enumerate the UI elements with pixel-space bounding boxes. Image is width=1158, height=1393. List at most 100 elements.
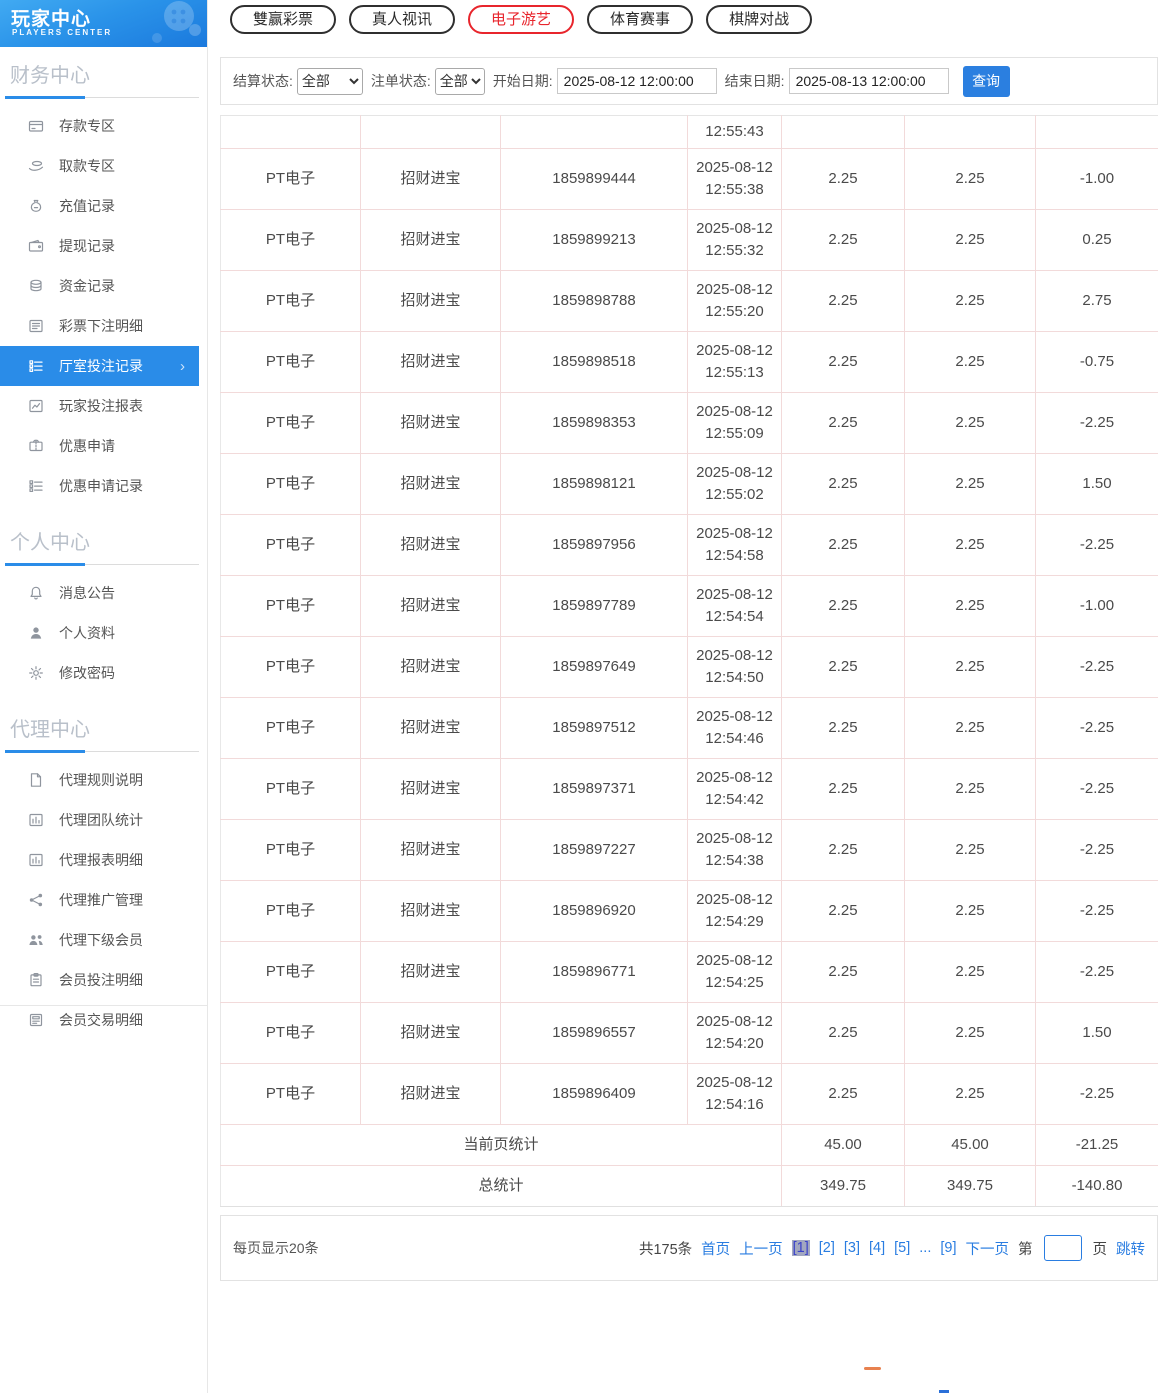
cell-bet: 2.25 xyxy=(781,1063,905,1125)
sidebar-item-lottery-bet-detail[interactable]: 彩票下注明细 xyxy=(0,306,207,346)
table-row: PT电子 招财进宝 1859897956 2025-08-12 12:54:58 2.2… xyxy=(220,514,1158,576)
page-link[interactable]: [9] xyxy=(940,1240,956,1256)
start-date-input[interactable] xyxy=(556,68,717,94)
prev-page-link[interactable]: 上一页 xyxy=(739,1238,783,1259)
cell-win-loss xyxy=(1035,115,1158,149)
sidebar-item-hall-bet-record[interactable]: 厅室投注记录 › xyxy=(0,346,199,386)
table-row: PT电子 招财进宝 1859897512 2025-08-12 12:54:46 2.2… xyxy=(220,697,1158,759)
sidebar-item-withdraw-zone[interactable]: 取款专区 xyxy=(0,146,207,186)
game-category-tabs: 雙赢彩票 真人视讯 电子游艺 体育赛事 棋牌对战 xyxy=(230,5,813,34)
sidebar-item-label: 个人资料 xyxy=(59,625,115,641)
table-row: PT电子 招财进宝 1859896557 2025-08-12 12:54:20 2.2… xyxy=(220,1002,1158,1064)
cell-order-no: 1859896771 xyxy=(500,941,688,1003)
cell-order-no: 1859898518 xyxy=(500,331,688,393)
sidebar-item-funds-record[interactable]: 资金记录 xyxy=(0,266,207,306)
cell-valid-bet: 2.25 xyxy=(904,270,1036,332)
page-link[interactable]: [3] xyxy=(844,1240,860,1256)
cell-hall: PT电子 xyxy=(220,758,361,820)
cell-order-no: 1859897512 xyxy=(500,697,688,759)
tab-e-games[interactable]: 电子游艺 xyxy=(468,5,575,34)
tab-lottery[interactable]: 雙赢彩票 xyxy=(230,5,337,34)
next-page-link[interactable]: 下一页 xyxy=(966,1238,1010,1259)
cell-time: 2025-08-12 12:55:09 xyxy=(687,392,782,454)
total-summary-row: 总统计 349.75 349.75 -140.80 xyxy=(220,1165,1158,1207)
gear-icon xyxy=(27,665,44,682)
sidebar-item-promo-apply-record[interactable]: 优惠申请记录 xyxy=(0,466,207,506)
table-row-partial: 12:55:43 xyxy=(220,115,1158,149)
cell-game: 招财进宝 xyxy=(360,758,501,820)
cell-bet: 2.25 xyxy=(781,575,905,637)
cutoff-footer-mark-orange xyxy=(864,1367,881,1370)
cell-game: 招财进宝 xyxy=(360,636,501,698)
filter-bar: 结算状态: 全部 注单状态: 全部 开始日期: 结束日期: 查询 xyxy=(220,57,1158,105)
cell-time: 2025-08-12 12:54:29 xyxy=(687,880,782,942)
end-date-label: 结束日期: xyxy=(724,73,785,89)
tab-board-games[interactable]: 棋牌对战 xyxy=(706,5,813,34)
cell-bet xyxy=(781,115,905,149)
sidebar-item-label: 代理规则说明 xyxy=(59,772,143,788)
jump-button[interactable]: 跳转 xyxy=(1116,1238,1145,1259)
order-status-select[interactable]: 全部 xyxy=(434,67,485,95)
cell-valid-bet: 2.25 xyxy=(904,575,1036,637)
cell-game: 招财进宝 xyxy=(360,819,501,881)
sidebar-item-label: 玩家投注报表 xyxy=(59,398,143,414)
cell-bet: 2.25 xyxy=(781,880,905,942)
table-row: PT电子 招财进宝 1859898518 2025-08-12 12:55:13 2.2… xyxy=(220,331,1158,393)
sidebar-item-personal-profile[interactable]: 个人资料 xyxy=(0,613,207,653)
sidebar-item-player-bet-report[interactable]: 玩家投注报表 xyxy=(0,386,207,426)
cell-order-no: 1859897789 xyxy=(500,575,688,637)
sidebar-item-agent-promo-manage[interactable]: 代理推广管理 xyxy=(0,880,207,920)
cell-win-loss: -2.25 xyxy=(1035,697,1158,759)
sidebar-item-agent-team-stats[interactable]: 代理团队统计 xyxy=(0,800,207,840)
sidebar-item-deposit-zone[interactable]: 存款专区 xyxy=(0,106,207,146)
tab-live-video[interactable]: 真人视讯 xyxy=(349,5,456,34)
jump-page-input[interactable] xyxy=(1043,1235,1082,1261)
sidebar-item-agent-sub-members[interactable]: 代理下级会员 xyxy=(0,920,207,960)
cell-game: 招财进宝 xyxy=(360,575,501,637)
cell-order-no: 1859898121 xyxy=(500,453,688,515)
sidebar-item-label: 彩票下注明细 xyxy=(59,318,143,334)
summary-win-loss: -21.25 xyxy=(1035,1124,1158,1166)
sidebar-item-agent-rules[interactable]: 代理规则说明 xyxy=(0,760,207,800)
first-page-link[interactable]: 首页 xyxy=(701,1238,730,1259)
page-link[interactable]: [4] xyxy=(869,1240,885,1256)
per-page-info: 每页显示20条 xyxy=(233,1240,319,1256)
withdraw-hand-icon xyxy=(27,158,44,175)
cell-order-no: 1859897227 xyxy=(500,819,688,881)
page-link[interactable]: [5] xyxy=(894,1240,910,1256)
cell-valid-bet: 2.25 xyxy=(904,331,1036,393)
bar-chart-icon xyxy=(27,812,44,829)
sidebar-item-member-trans-detail[interactable]: 会员交易明细 xyxy=(0,1000,207,1040)
table-row: PT电子 招财进宝 1859897789 2025-08-12 12:54:54 2.2… xyxy=(220,575,1158,637)
end-date-input[interactable] xyxy=(788,68,949,94)
sidebar-item-agent-report-detail[interactable]: 代理报表明细 xyxy=(0,840,207,880)
sidebar-item-label: 存款专区 xyxy=(59,118,115,134)
tab-sports[interactable]: 体育赛事 xyxy=(587,5,694,34)
cell-win-loss: 1.50 xyxy=(1035,1002,1158,1064)
sidebar-item-member-bet-detail[interactable]: 会员投注明细 xyxy=(0,960,207,1000)
cell-win-loss: -2.25 xyxy=(1035,880,1158,942)
cell-hall: PT电子 xyxy=(220,331,361,393)
sidebar-item-promo-apply[interactable]: 优惠申请 xyxy=(0,426,207,466)
app-subtitle: PLAYERS CENTER xyxy=(12,28,113,37)
table-row: PT电子 招财进宝 1859898121 2025-08-12 12:55:02 2.2… xyxy=(220,453,1158,515)
sidebar-item-withdraw-record[interactable]: 提现记录 xyxy=(0,226,207,266)
settle-status-select[interactable]: 全部 xyxy=(296,67,363,95)
cell-win-loss: -2.25 xyxy=(1035,819,1158,881)
cell-hall: PT电子 xyxy=(220,1063,361,1125)
sidebar-item-change-password[interactable]: 修改密码 xyxy=(0,653,207,693)
sidebar-item-label: 资金记录 xyxy=(59,278,115,294)
section-title: 财务中心 xyxy=(5,57,199,99)
table-row: PT电子 招财进宝 1859896920 2025-08-12 12:54:29 2.2… xyxy=(220,880,1158,942)
cell-time: 2025-08-12 12:54:58 xyxy=(687,514,782,576)
sidebar-item-message-notice[interactable]: 消息公告 xyxy=(0,573,207,613)
page-link[interactable]: [2] xyxy=(819,1240,835,1256)
cell-bet: 2.25 xyxy=(781,697,905,759)
bell-icon xyxy=(27,585,44,602)
cell-order-no: 1859896920 xyxy=(500,880,688,942)
query-button[interactable]: 查询 xyxy=(962,65,1010,97)
table-row: PT电子 招财进宝 1859899444 2025-08-12 12:55:38 2.2… xyxy=(220,148,1158,210)
order-status-label: 注单状态: xyxy=(370,73,431,89)
sidebar-item-recharge-record[interactable]: 充值记录 xyxy=(0,186,207,226)
receipt-icon xyxy=(27,1012,44,1029)
